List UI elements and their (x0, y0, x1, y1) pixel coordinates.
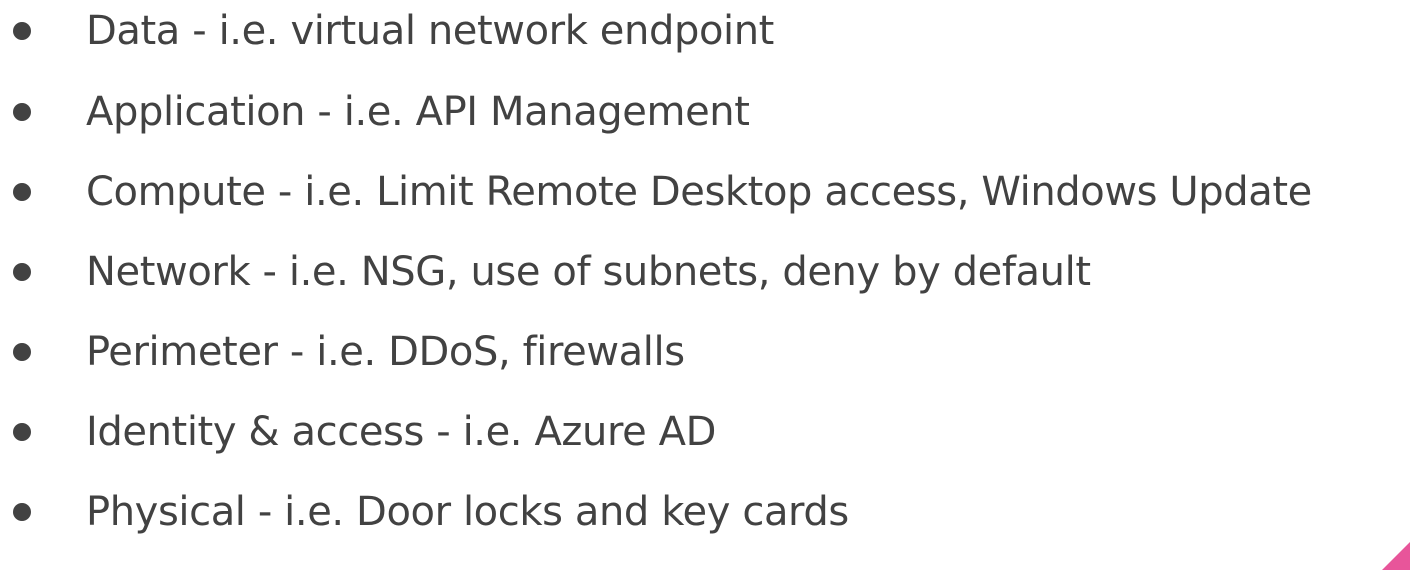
bullet-icon (13, 183, 31, 201)
bullet-icon (13, 263, 31, 281)
slide: Data - i.e. virtual network endpoint App… (0, 0, 1410, 570)
bullet-icon (13, 503, 31, 521)
list-item-text: Perimeter - i.e. DDoS, firewalls (86, 329, 685, 375)
list-item-text: Identity & access - i.e. Azure AD (86, 409, 717, 455)
list-item-text: Network - i.e. NSG, use of subnets, deny… (86, 249, 1091, 295)
list-item-text: Physical - i.e. Door locks and key cards (86, 489, 849, 535)
bullet-icon (13, 103, 31, 121)
bullet-icon (13, 423, 31, 441)
list-item-text: Data - i.e. virtual network endpoint (86, 8, 774, 54)
bullet-icon (13, 22, 31, 40)
bullet-icon (13, 343, 31, 361)
list-item-text: Application - i.e. API Management (86, 89, 750, 135)
corner-accent-triangle (1382, 542, 1410, 570)
list-item-text: Compute - i.e. Limit Remote Desktop acce… (86, 169, 1312, 215)
